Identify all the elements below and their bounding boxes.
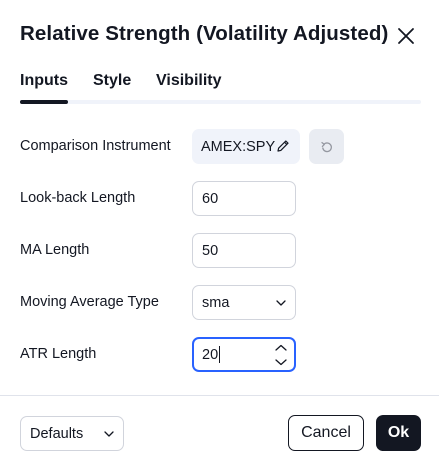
ma-type-label: Moving Average Type	[20, 294, 159, 310]
defaults-dropdown[interactable]: Defaults	[20, 416, 124, 451]
dialog-title: Relative Strength (Volatility Adjusted)	[20, 22, 389, 45]
atr-length-input[interactable]: 20	[192, 337, 296, 372]
atr-length-label: ATR Length	[20, 346, 97, 362]
symbol-picker[interactable]: AMEX:SPY	[192, 129, 300, 164]
ma-length-value: 50	[202, 242, 219, 259]
lookback-length-value: 60	[202, 190, 219, 207]
tab-inputs[interactable]: Inputs	[20, 72, 68, 104]
settings-dialog: Relative Strength (Volatility Adjusted) …	[0, 0, 439, 459]
tab-bar: Inputs Style Visibility	[20, 72, 421, 104]
lookback-length-label: Look-back Length	[20, 190, 136, 206]
defaults-label: Defaults	[30, 425, 84, 442]
pencil-icon[interactable]	[275, 138, 291, 154]
ma-type-value: sma	[202, 294, 230, 311]
footer-divider	[0, 395, 439, 396]
ma-type-select[interactable]: sma	[192, 285, 296, 320]
tab-visibility[interactable]: Visibility	[156, 72, 222, 90]
cancel-button[interactable]: Cancel	[288, 415, 364, 451]
text-caret	[219, 346, 221, 363]
lookback-length-input[interactable]: 60	[192, 181, 296, 216]
tab-bar-divider	[20, 100, 421, 104]
symbol-value: AMEX:SPY	[201, 138, 276, 155]
ma-length-input[interactable]: 50	[192, 233, 296, 268]
chevron-down-icon	[276, 300, 286, 306]
reset-symbol-button[interactable]	[309, 129, 344, 164]
ok-button[interactable]: Ok	[376, 415, 421, 451]
chevron-down-icon	[104, 431, 114, 437]
decrement-icon[interactable]	[274, 357, 288, 367]
ma-length-label: MA Length	[20, 242, 90, 258]
increment-icon[interactable]	[274, 343, 288, 353]
atr-length-value: 20	[202, 346, 219, 363]
comparison-instrument-label: Comparison Instrument	[20, 138, 171, 154]
close-icon[interactable]	[394, 24, 418, 48]
tab-style[interactable]: Style	[93, 72, 131, 90]
reset-icon	[320, 141, 332, 152]
